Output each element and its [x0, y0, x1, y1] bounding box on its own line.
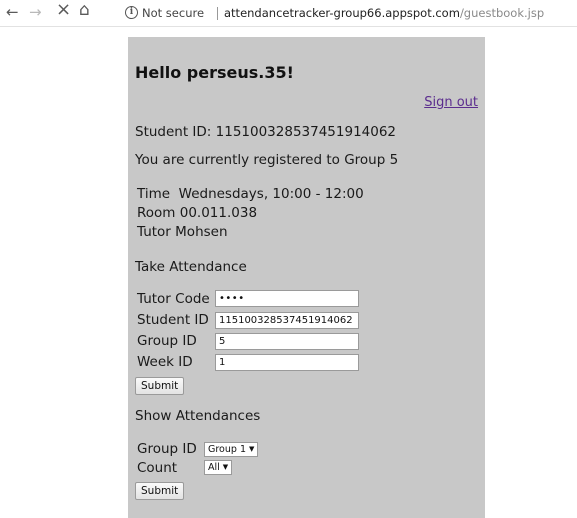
tutor-code-input[interactable]: •••• — [215, 290, 359, 307]
group-id-label: Group ID — [137, 333, 197, 349]
group-select[interactable]: Group 1 ▼ — [204, 442, 259, 457]
url-host: attendancetracker-group66.appspot.com — [224, 6, 460, 20]
show-group-id-label: Group ID — [137, 441, 197, 457]
info-icon[interactable]: i — [125, 6, 138, 19]
count-label: Count — [137, 460, 178, 476]
main-panel: Hello perseus.35! Sign out Student ID: 1… — [128, 37, 485, 518]
sign-out-link[interactable]: Sign out — [424, 95, 478, 110]
show-attendances-submit-button[interactable]: Submit — [135, 482, 185, 500]
student-id-input[interactable]: 115100328537451914062 — [215, 312, 359, 329]
room-row: Room 00.011.038 — [137, 205, 257, 221]
url-path: /guestbook.jsp — [459, 6, 545, 20]
group-registration-line: You are currently registered to Group 5 — [135, 152, 399, 168]
take-attendance-submit-button[interactable]: Submit — [135, 377, 185, 395]
chevron-down-icon: ▼ — [222, 463, 229, 471]
home-icon[interactable]: ⌂ — [79, 1, 90, 19]
group-id-input[interactable]: 5 — [215, 333, 359, 350]
back-icon[interactable]: ← — [6, 3, 19, 21]
show-attendances-heading: Show Attendances — [135, 408, 261, 424]
room-value: 00.011.038 — [179, 205, 258, 221]
group-select-value: Group 1 — [208, 444, 246, 455]
url-text[interactable]: attendancetracker-group66.appspot.com/gu… — [224, 2, 544, 24]
time-label: Time — [137, 186, 171, 202]
take-attendance-heading: Take Attendance — [135, 259, 247, 275]
page-title: Hello perseus.35! — [135, 63, 294, 82]
count-select-value: All — [208, 462, 220, 473]
browser-toolbar: ← → × ⌂ i Not secure attendancetracker-g… — [0, 0, 577, 27]
week-id-label: Week ID — [137, 354, 193, 370]
tutor-code-label: Tutor Code — [137, 291, 210, 307]
chevron-down-icon: ▼ — [249, 445, 255, 453]
student-id-line: Student ID: 115100328537451914062 — [135, 124, 397, 140]
url-separator — [217, 7, 218, 20]
room-label: Room — [137, 205, 176, 221]
time-value: Wednesdays, 10:00 - 12:00 — [178, 186, 364, 202]
forward-icon[interactable]: → — [29, 3, 42, 21]
student-id-label: Student ID — [137, 312, 209, 328]
tutor-value: Mohsen — [175, 224, 228, 240]
tutor-row: Tutor Mohsen — [137, 224, 228, 240]
count-select[interactable]: All ▼ — [204, 460, 233, 475]
security-label: Not secure — [142, 6, 205, 20]
address-bar[interactable]: i Not secure attendancetracker-group66.a… — [120, 2, 577, 24]
week-id-input[interactable]: 1 — [215, 354, 359, 371]
close-icon[interactable]: × — [56, 1, 71, 19]
time-row: Time Wednesdays, 10:00 - 12:00 — [137, 186, 364, 202]
tutor-label: Tutor — [137, 224, 171, 240]
